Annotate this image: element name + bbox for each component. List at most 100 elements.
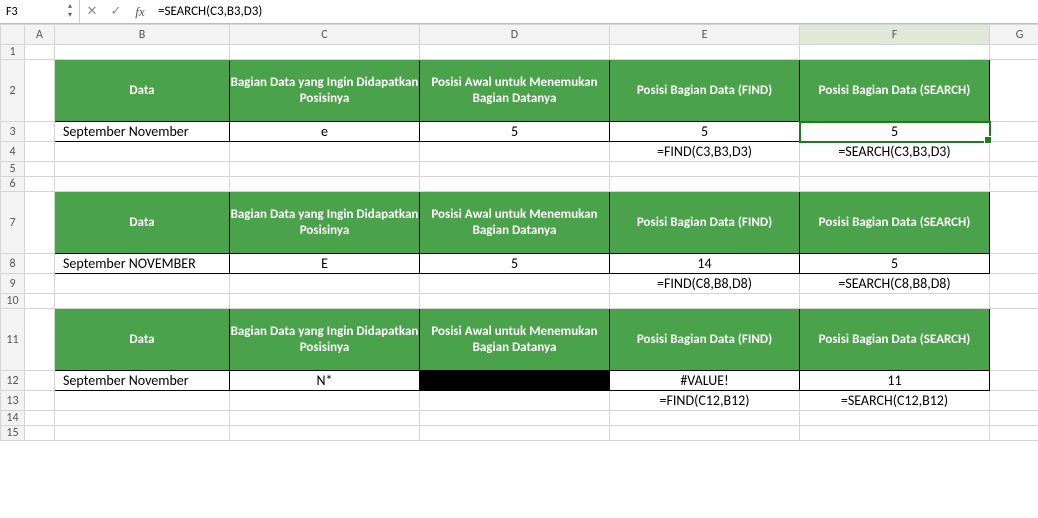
cell[interactable]: [800, 411, 990, 426]
cell-D3[interactable]: 5: [420, 122, 610, 142]
cell[interactable]: [25, 294, 55, 309]
cell[interactable]: [800, 162, 990, 177]
cell-B3[interactable]: September November: [55, 122, 230, 142]
table-header[interactable]: Posisi Bagian Data (FIND): [610, 192, 800, 254]
cancel-formula-button[interactable]: ✕: [80, 0, 104, 23]
cell[interactable]: [800, 426, 990, 441]
cell[interactable]: [610, 162, 800, 177]
cell[interactable]: [230, 411, 420, 426]
insert-function-button[interactable]: fx: [128, 0, 152, 23]
table-header[interactable]: Posisi Awal untuk Menemukan Bagian Datan…: [420, 309, 610, 371]
cell[interactable]: [230, 45, 420, 60]
cell[interactable]: [990, 411, 1038, 426]
cell[interactable]: [25, 162, 55, 177]
cell[interactable]: [55, 391, 230, 411]
cell[interactable]: [230, 294, 420, 309]
table-header[interactable]: Bagian Data yang Ingin Didapatkan Posisi…: [230, 309, 420, 371]
col-header-E[interactable]: E: [610, 25, 800, 45]
cell[interactable]: [610, 411, 800, 426]
cell[interactable]: [420, 294, 610, 309]
cell[interactable]: [800, 45, 990, 60]
cell[interactable]: [55, 177, 230, 192]
cell[interactable]: [55, 142, 230, 162]
cell[interactable]: [25, 274, 55, 294]
cell-B12[interactable]: September November: [55, 371, 230, 391]
chevron-down-icon[interactable]: ▾: [63, 12, 77, 21]
cell[interactable]: [25, 411, 55, 426]
cell[interactable]: [25, 177, 55, 192]
cell[interactable]: [55, 274, 230, 294]
table-header[interactable]: Bagian Data yang Ingin Didapatkan Posisi…: [230, 60, 420, 122]
cell-F9[interactable]: =SEARCH(C8,B8,D8): [800, 274, 990, 294]
cell[interactable]: [25, 391, 55, 411]
cell[interactable]: [25, 45, 55, 60]
table-header[interactable]: Posisi Bagian Data (FIND): [610, 60, 800, 122]
cell[interactable]: [990, 426, 1038, 441]
cell-C8[interactable]: E: [230, 254, 420, 274]
row-header-13[interactable]: 13: [1, 391, 25, 411]
row-header-8[interactable]: 8: [1, 254, 25, 274]
table-header[interactable]: Data: [55, 192, 230, 254]
cell[interactable]: [610, 426, 800, 441]
cell[interactable]: [990, 45, 1038, 60]
cell-C12[interactable]: N*: [230, 371, 420, 391]
cell[interactable]: [990, 254, 1038, 274]
col-header-C[interactable]: C: [230, 25, 420, 45]
cell[interactable]: [420, 411, 610, 426]
cell-D12[interactable]: [420, 371, 610, 391]
table-header[interactable]: Posisi Bagian Data (SEARCH): [800, 60, 990, 122]
cell[interactable]: [800, 294, 990, 309]
cell[interactable]: [990, 391, 1038, 411]
cell[interactable]: [230, 274, 420, 294]
col-header-G[interactable]: G: [990, 25, 1038, 45]
cell[interactable]: [990, 142, 1038, 162]
cell[interactable]: [990, 177, 1038, 192]
cell[interactable]: [25, 142, 55, 162]
row-header-9[interactable]: 9: [1, 274, 25, 294]
cell-F4[interactable]: =SEARCH(C3,B3,D3): [800, 142, 990, 162]
cell[interactable]: [990, 122, 1038, 142]
cell-E8[interactable]: 14: [610, 254, 800, 274]
cell[interactable]: [55, 294, 230, 309]
formula-input[interactable]: =SEARCH(C3,B3,D3): [152, 0, 1038, 23]
cell[interactable]: [230, 142, 420, 162]
row-header-3[interactable]: 3: [1, 122, 25, 142]
cell[interactable]: [800, 177, 990, 192]
row-header-11[interactable]: 11: [1, 309, 25, 371]
row-header-15[interactable]: 15: [1, 426, 25, 441]
cell[interactable]: [610, 294, 800, 309]
cell[interactable]: [230, 391, 420, 411]
cell[interactable]: [55, 45, 230, 60]
cell[interactable]: [25, 371, 55, 391]
cell[interactable]: [25, 60, 55, 122]
cell[interactable]: [230, 177, 420, 192]
cell[interactable]: [230, 426, 420, 441]
cell[interactable]: [25, 192, 55, 254]
cell[interactable]: [420, 391, 610, 411]
cell[interactable]: [990, 60, 1038, 122]
col-header-A[interactable]: A: [25, 25, 55, 45]
table-header[interactable]: Data: [55, 60, 230, 122]
cell-E3[interactable]: 5: [610, 122, 800, 142]
cell[interactable]: [25, 309, 55, 371]
row-header-5[interactable]: 5: [1, 162, 25, 177]
cell[interactable]: [25, 426, 55, 441]
cell[interactable]: [420, 45, 610, 60]
row-header-6[interactable]: 6: [1, 177, 25, 192]
row-header-7[interactable]: 7: [1, 192, 25, 254]
cell[interactable]: [55, 162, 230, 177]
cell[interactable]: [420, 177, 610, 192]
cell-F13[interactable]: =SEARCH(C12,B12): [800, 391, 990, 411]
cell-F3[interactable]: 5: [800, 122, 990, 142]
cell-E13[interactable]: =FIND(C12,B12): [610, 391, 800, 411]
cell[interactable]: [990, 274, 1038, 294]
cell-F8[interactable]: 5: [800, 254, 990, 274]
cell-F12[interactable]: 11: [800, 371, 990, 391]
table-header[interactable]: Posisi Awal untuk Menemukan Bagian Datan…: [420, 60, 610, 122]
spreadsheet-grid[interactable]: A B C D E F G 1 2 Data Bagian Data yang …: [0, 24, 1038, 441]
cell-E9[interactable]: =FIND(C8,B8,D8): [610, 274, 800, 294]
table-header[interactable]: Posisi Awal untuk Menemukan Bagian Datan…: [420, 192, 610, 254]
table-header[interactable]: Bagian Data yang Ingin Didapatkan Posisi…: [230, 192, 420, 254]
cell-E4[interactable]: =FIND(C3,B3,D3): [610, 142, 800, 162]
cell[interactable]: [990, 294, 1038, 309]
